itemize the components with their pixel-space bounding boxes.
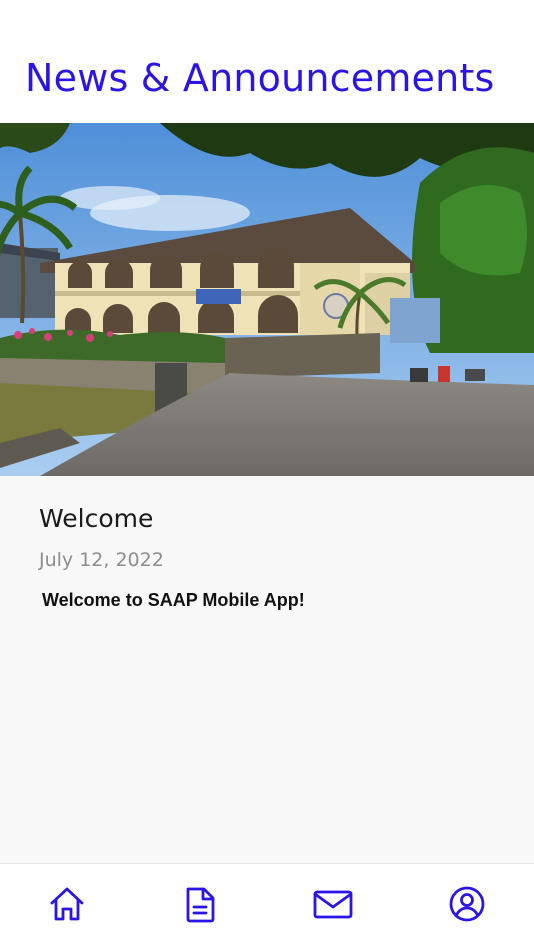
bottom-tab-bar (0, 863, 534, 950)
tab-home[interactable] (45, 882, 89, 926)
status-time: 9:25 AM (238, 5, 296, 22)
tab-documents[interactable] (178, 882, 222, 926)
battery-icon (496, 8, 525, 20)
tab-profile[interactable] (445, 882, 489, 926)
school-building-photo (0, 123, 534, 476)
post-body: Welcome to SAAP Mobile App! (42, 590, 305, 610)
mail-icon (313, 890, 353, 919)
post-title: Welcome (39, 504, 154, 533)
document-icon (186, 887, 215, 923)
tab-messages[interactable] (311, 882, 355, 926)
status-bar: Carrier 9:25 AM (0, 0, 534, 28)
home-icon (50, 887, 84, 921)
news-hero-image (0, 123, 534, 476)
page-title: News & Announcements (25, 56, 495, 100)
post-date: July 12, 2022 (39, 549, 164, 571)
user-circle-icon (449, 886, 485, 922)
